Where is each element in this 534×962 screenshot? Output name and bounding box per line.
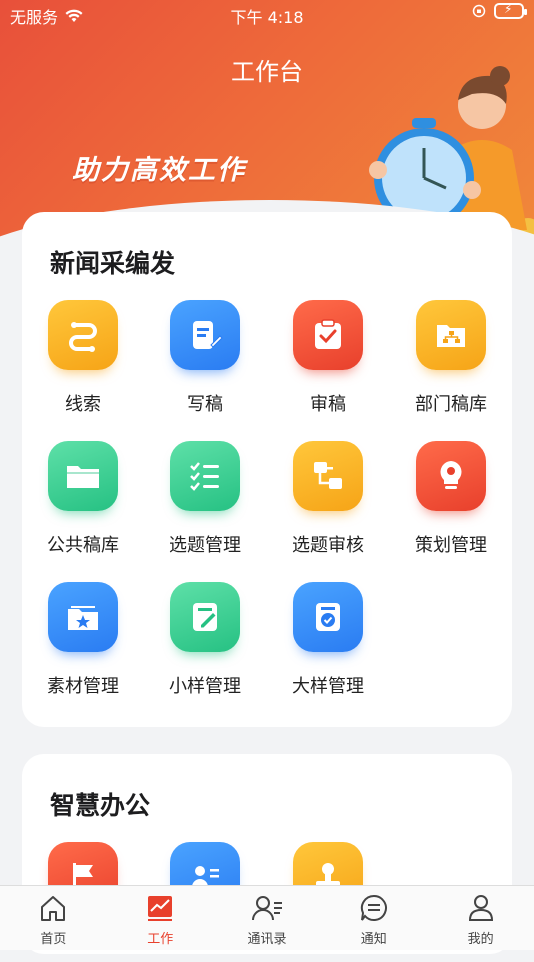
home-icon xyxy=(41,896,66,921)
tab-label: 通讯录 xyxy=(247,932,287,947)
tab-notifications[interactable]: 通知 xyxy=(320,886,427,950)
app-review[interactable]: 审稿 xyxy=(267,300,389,420)
app-write[interactable]: 写稿 xyxy=(144,300,266,420)
section-news: 新闻采编发 线索 写稿 审稿 部门稿库 公共稿库 选题管理 选题审核 策划管理 … xyxy=(22,212,512,727)
app-label: 审稿 xyxy=(310,394,346,415)
badge-check-icon xyxy=(293,582,363,652)
flow-icon xyxy=(293,441,363,511)
contacts-icon xyxy=(251,896,282,921)
app-topic-review[interactable]: 选题审核 xyxy=(267,441,389,561)
note-edit-icon xyxy=(170,582,240,652)
app-plan-manage[interactable]: 策划管理 xyxy=(390,441,512,561)
chart-icon xyxy=(148,896,173,921)
tab-contacts[interactable]: 通讯录 xyxy=(214,886,321,950)
app-label: 小样管理 xyxy=(169,676,241,697)
status-bar: 无服务 下午 4:18 ⚡ xyxy=(0,0,534,28)
tab-work[interactable]: 工作 xyxy=(107,886,214,950)
slogan-text: 助力高效工作 xyxy=(72,155,246,186)
app-label: 部门稿库 xyxy=(415,394,487,415)
route-icon xyxy=(48,300,118,370)
app-label: 选题审核 xyxy=(292,535,364,556)
clipboard-check-icon xyxy=(293,300,363,370)
app-material-manage[interactable]: 素材管理 xyxy=(22,582,144,702)
app-final-proof-manage[interactable]: 大样管理 xyxy=(267,582,389,702)
message-icon xyxy=(360,894,387,921)
bottom-tab-bar: 首页 工作 通讯录 通知 我的 xyxy=(0,885,534,950)
app-label: 写稿 xyxy=(187,394,223,415)
section-title: 智慧办公 xyxy=(50,791,151,820)
tab-label: 通知 xyxy=(360,932,387,947)
app-public-library[interactable]: 公共稿库 xyxy=(22,441,144,561)
app-dept-library[interactable]: 部门稿库 xyxy=(390,300,512,420)
app-label: 策划管理 xyxy=(415,535,487,556)
star-folder-icon xyxy=(48,582,118,652)
app-topic-manage[interactable]: 选题管理 xyxy=(144,441,266,561)
app-label: 线索 xyxy=(65,394,101,415)
tab-label: 我的 xyxy=(467,932,494,947)
app-proof-manage[interactable]: 小样管理 xyxy=(144,582,266,702)
status-time: 下午 4:18 xyxy=(230,8,304,27)
app-label: 素材管理 xyxy=(47,676,119,697)
user-icon xyxy=(468,895,493,921)
tab-home[interactable]: 首页 xyxy=(0,886,107,950)
orientation-lock-icon xyxy=(472,4,486,18)
checklist-icon xyxy=(170,441,240,511)
app-clues[interactable]: 线索 xyxy=(22,300,144,420)
battery-icon: ⚡ xyxy=(494,2,527,19)
section-title: 新闻采编发 xyxy=(50,249,176,278)
tab-profile[interactable]: 我的 xyxy=(427,886,534,950)
app-label: 大样管理 xyxy=(292,676,364,697)
lightbulb-icon xyxy=(416,441,486,511)
tab-label: 工作 xyxy=(147,932,174,947)
app-label: 公共稿库 xyxy=(47,535,119,556)
app-label: 选题管理 xyxy=(169,535,241,556)
folder-org-icon xyxy=(416,300,486,370)
folder-icon xyxy=(48,441,118,511)
tab-label: 首页 xyxy=(40,932,67,947)
edit-document-icon xyxy=(170,300,240,370)
